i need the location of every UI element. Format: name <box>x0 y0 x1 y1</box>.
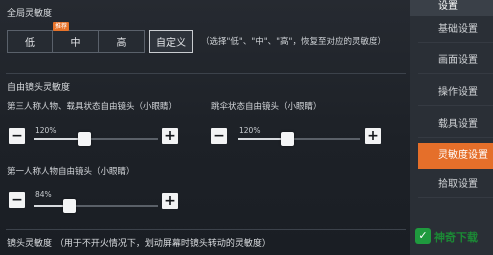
preset-custom-button[interactable]: 自定义 <box>149 30 193 53</box>
first-person-value: 84% <box>35 190 52 199</box>
first-person-slider[interactable] <box>34 199 158 213</box>
parachute-decrease-button[interactable]: − <box>211 128 227 144</box>
third-person-slider[interactable] <box>34 132 158 146</box>
sidebar-item-pickup[interactable]: 拾取设置 <box>418 172 493 198</box>
third-person-increase-button[interactable]: + <box>162 128 178 144</box>
sidebar-item-controls[interactable]: 操作设置 <box>418 80 493 106</box>
slider-fill <box>238 138 287 140</box>
parachute-increase-button[interactable]: + <box>365 128 381 144</box>
divider <box>6 73 406 74</box>
slider-thumb[interactable] <box>62 199 76 213</box>
watermark: ✓ 神奇下载 <box>413 226 493 248</box>
recommended-badge: 推荐 <box>53 22 69 31</box>
sidebar-item-sensitivity[interactable]: 灵敏度设置 <box>418 143 493 169</box>
parachute-free-look-label: 跳伞状态自由镜头（小眼睛） <box>211 102 322 112</box>
preset-medium-button[interactable]: 中 <box>52 30 99 53</box>
third-person-free-look-label: 第三人称人物、载具状态自由镜头（小眼睛） <box>7 102 178 112</box>
sensitivity-panel: 全局灵敏度 低 中 高 自定义 推荐 （选择"低"、"中"、"高"，恢复至对应的… <box>0 0 410 255</box>
free-look-title: 自由镜头灵敏度 <box>7 83 71 93</box>
sensitivity-preset-group: 低 中 高 自定义 <box>7 30 193 53</box>
global-sensitivity-title: 全局灵敏度 <box>7 9 53 19</box>
camera-sensitivity-title: 镜头灵敏度 （用于不开火情况下，划动屏幕时镜头转动的灵敏度） <box>7 239 271 249</box>
slider-fill <box>34 138 84 140</box>
first-person-decrease-button[interactable]: − <box>9 192 25 208</box>
slider-thumb[interactable] <box>77 132 91 146</box>
watermark-text: 神奇下载 <box>434 231 478 244</box>
preset-low-button[interactable]: 低 <box>7 30 53 53</box>
divider <box>6 229 406 230</box>
sidebar-header: 设置 <box>410 0 493 16</box>
check-icon: ✓ <box>415 228 431 244</box>
first-person-free-look-label: 第一人称人物自由镜头（小眼睛） <box>7 167 135 177</box>
sidebar-item-graphics[interactable]: 画面设置 <box>418 48 493 74</box>
settings-sidebar: 设置 基础设置 画面设置 操作设置 载具设置 灵敏度设置 拾取设置 <box>410 0 493 255</box>
slider-thumb[interactable] <box>280 132 294 146</box>
sidebar-item-vehicle[interactable]: 载具设置 <box>418 112 493 138</box>
sidebar-item-basic[interactable]: 基础设置 <box>418 17 493 43</box>
parachute-slider[interactable] <box>238 132 360 146</box>
preset-hint-text: （选择"低"、"中"、"高"，恢复至对应的灵敏度） <box>201 37 386 47</box>
settings-screen: 全局灵敏度 低 中 高 自定义 推荐 （选择"低"、"中"、"高"，恢复至对应的… <box>0 0 493 255</box>
first-person-increase-button[interactable]: + <box>162 193 178 209</box>
preset-high-button[interactable]: 高 <box>98 30 145 53</box>
third-person-decrease-button[interactable]: − <box>9 128 25 144</box>
